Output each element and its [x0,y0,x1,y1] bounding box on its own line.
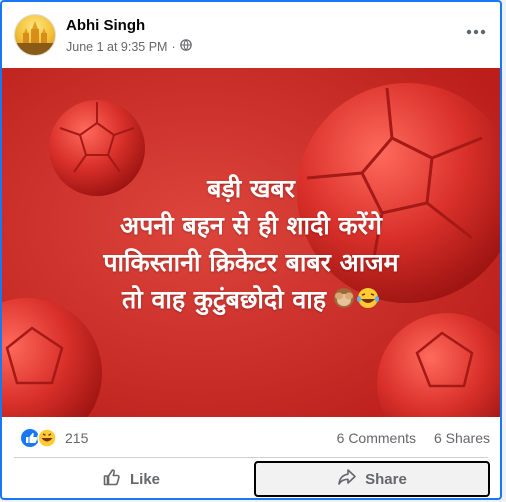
headline-line-4: तो वाह कुटुंबछोदो वाह [2,281,500,320]
divider [14,457,488,458]
meta-separator: · [171,39,176,54]
see-no-evil-monkey-icon [333,287,354,308]
shares-count[interactable]: 6 Shares [434,430,490,446]
avatar[interactable] [14,14,56,56]
post-header: Abhi Singh June 1 at 9:35 PM · [14,12,494,60]
reaction-count[interactable]: 215 [65,430,88,446]
laughing-tears-icon [356,287,379,308]
post-meta: June 1 at 9:35 PM · [66,39,192,54]
haha-reaction-icon [37,428,57,448]
post-stats: 215 6 Comments 6 Shares [20,426,490,450]
headline-line-2: अपनी बहन से ही शादी करेंगे [120,211,382,240]
globe-icon [179,39,192,54]
post-image-text: बड़ी खबर अपनी बहन से ही शादी करेंगे पाकि… [2,170,500,320]
share-arrow-icon [337,467,357,491]
like-label: Like [129,470,160,488]
headline-line-4-text: तो वाह कुटुंबछोदो वाह [122,285,326,314]
more-options-icon[interactable] [460,20,492,44]
post-image[interactable]: बड़ी खबर अपनी बहन से ही शादी करेंगे पाकि… [2,68,500,417]
emoji-group [332,283,380,320]
post-timestamp[interactable]: June 1 at 9:35 PM [66,40,167,54]
headline-line-3: पाकिस्तानी क्रिकेटर बाबर आजम [103,248,399,277]
share-label: Share [365,470,407,488]
post-card: Abhi Singh June 1 at 9:35 PM · बड़ी खबर … [0,0,502,500]
thumbs-up-icon [102,467,122,491]
like-button[interactable]: Like [16,461,246,497]
like-reaction-icon [21,429,39,447]
reactions-summary[interactable] [20,427,60,449]
author-name[interactable]: Abhi Singh [66,17,145,34]
share-button[interactable]: Share [254,461,490,497]
headline-line-1: बड़ी खबर [207,174,295,203]
comments-count[interactable]: 6 Comments [337,430,416,446]
